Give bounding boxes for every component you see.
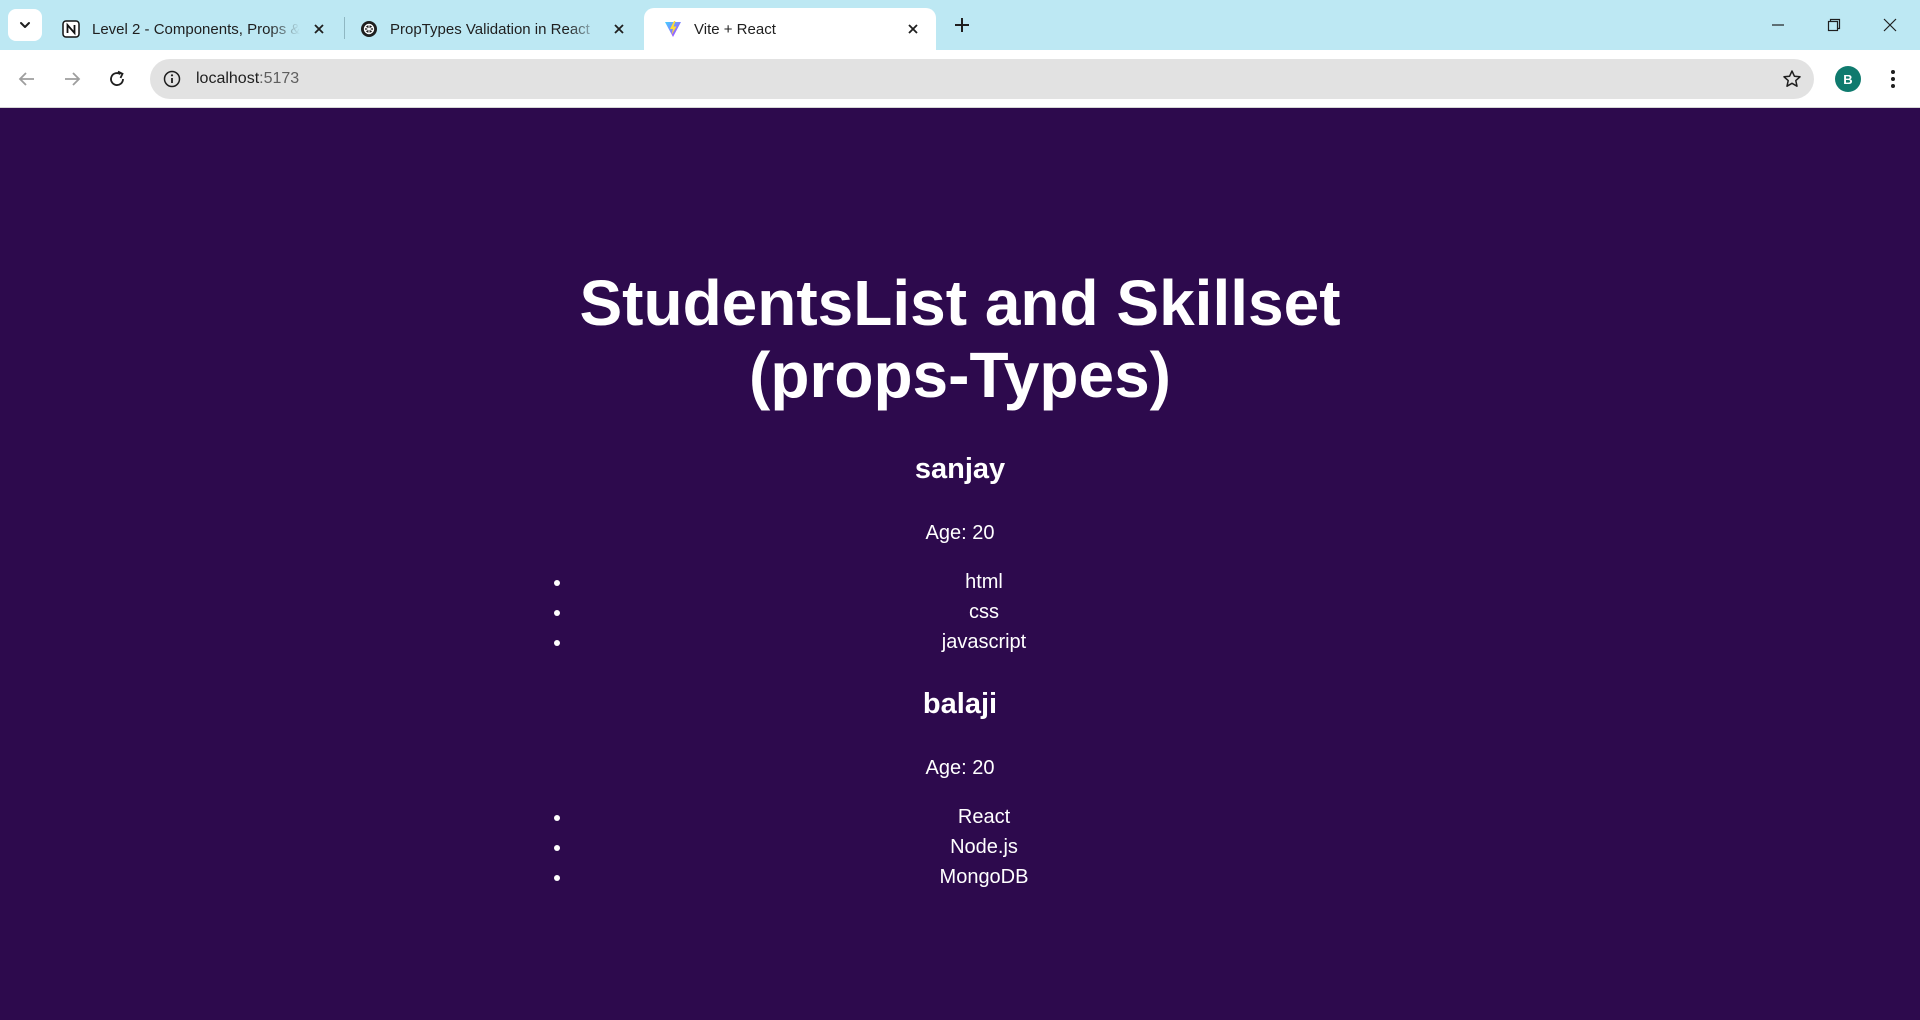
forward-button[interactable] [55, 62, 89, 96]
tab-proptypes[interactable]: PropTypes Validation in React [340, 8, 642, 50]
address-bar[interactable]: localhost:5173 [150, 59, 1814, 99]
tab-title: Vite + React [694, 20, 776, 38]
restore-button[interactable] [1806, 0, 1862, 50]
url-text[interactable]: localhost:5173 [196, 59, 299, 99]
tab-vite-react[interactable]: Vite + React [644, 8, 936, 50]
chevron-down-icon [20, 22, 30, 28]
student-name: sanjay [914, 453, 1006, 485]
tab-title: PropTypes Validation in React [390, 20, 590, 38]
vite-icon [665, 21, 681, 37]
tab-strip: Level 2 - Components, Props & State Prop… [0, 0, 1920, 50]
profile-avatar[interactable]: B [1835, 66, 1861, 92]
minimize-icon [1772, 24, 1784, 26]
skill-list: html css javascript [572, 567, 1396, 657]
arrow-left-icon [18, 72, 34, 86]
plus-icon [955, 18, 969, 32]
tab-search-button[interactable] [8, 9, 42, 41]
skill-item: MongoDB [572, 862, 1396, 892]
minimize-button[interactable] [1750, 0, 1806, 50]
student-age: Age: 20 [925, 757, 995, 779]
tab-title: Level 2 - Components, Props & State [92, 20, 300, 38]
page-title-line2: (props-Types) [749, 339, 1171, 411]
student-age: Age: 20 [925, 522, 995, 544]
skill-item: React [572, 802, 1396, 832]
more-vertical-icon [1891, 70, 1895, 88]
close-icon[interactable] [308, 18, 330, 40]
tab-level2[interactable]: Level 2 - Components, Props & State [42, 8, 342, 50]
close-icon[interactable] [608, 18, 630, 40]
bookmark-star-icon[interactable] [1780, 67, 1804, 91]
reload-button[interactable] [100, 62, 134, 96]
close-icon [1883, 18, 1897, 32]
notion-icon [62, 20, 80, 38]
skill-item: javascript [572, 627, 1396, 657]
student-name: balaji [922, 688, 998, 720]
site-info-icon[interactable] [160, 67, 184, 91]
back-button[interactable] [10, 62, 44, 96]
url-port: :5173 [259, 70, 300, 87]
skill-item: css [572, 597, 1396, 627]
page-viewport: StudentsList and Skillset (props-Types) … [0, 109, 1920, 1020]
browser-toolbar: localhost:5173 B [0, 50, 1920, 108]
openai-icon [361, 21, 377, 37]
reload-icon [110, 70, 124, 86]
url-host: localhost [196, 70, 260, 87]
skill-item: Node.js [572, 832, 1396, 862]
page-title-line1: StudentsList and Skillset [579, 267, 1341, 339]
page-title: StudentsList and Skillset (props-Types) [460, 267, 1460, 411]
skill-list: React Node.js MongoDB [572, 802, 1396, 892]
arrow-right-icon [65, 72, 81, 86]
close-window-button[interactable] [1862, 0, 1918, 50]
browser-menu-button[interactable] [1878, 62, 1908, 96]
skill-item: html [572, 567, 1396, 597]
restore-icon [1827, 18, 1841, 32]
new-tab-button[interactable] [948, 11, 976, 39]
close-icon[interactable] [902, 18, 924, 40]
